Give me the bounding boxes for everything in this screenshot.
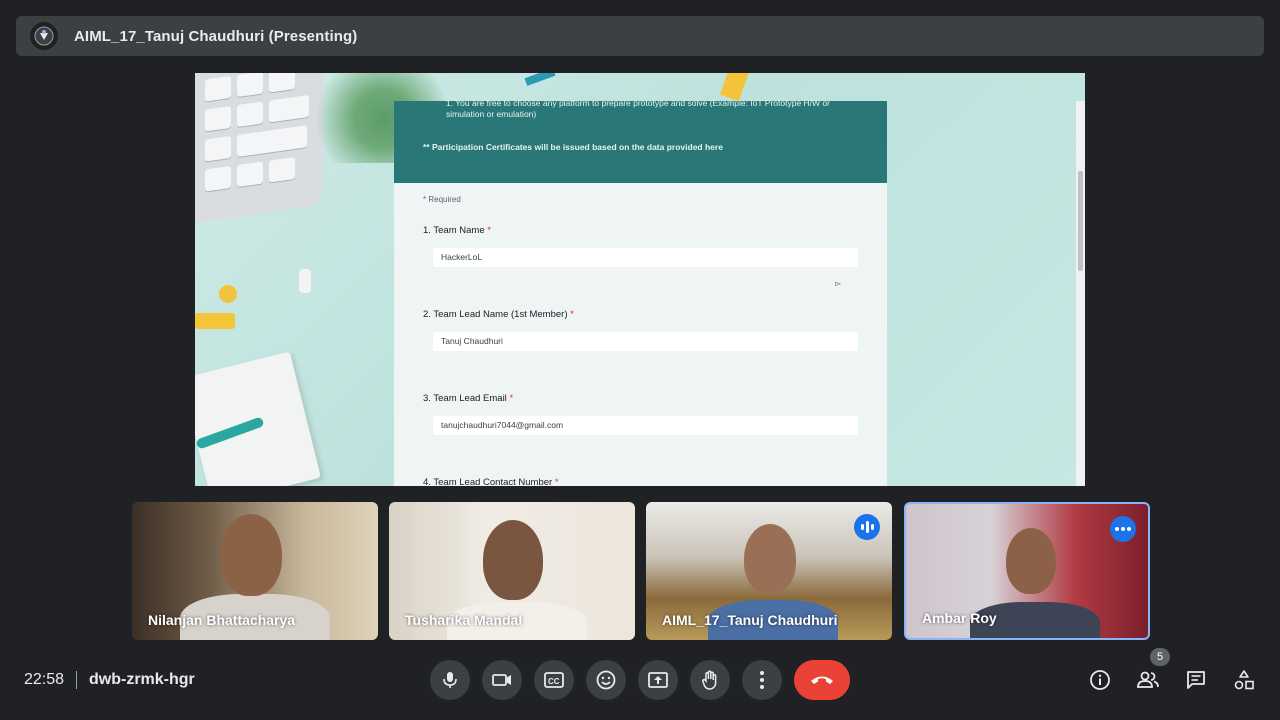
- chat-button[interactable]: [1180, 664, 1212, 696]
- activities-button[interactable]: [1228, 664, 1260, 696]
- participant-name: Nilanjan Bhattacharya: [148, 612, 296, 628]
- team-lead-email-answer[interactable]: tanujchaudhuri7044@gmail.com: [433, 416, 858, 435]
- raise-hand-icon: [702, 670, 717, 690]
- pushpin-decoration: [195, 313, 235, 329]
- more-options-button[interactable]: [742, 660, 782, 700]
- scrollbar-thumb[interactable]: [1078, 171, 1083, 271]
- participant-tile[interactable]: AIML_17_Tanuj Chaudhuri: [646, 502, 892, 640]
- more-options-icon[interactable]: [1110, 516, 1136, 542]
- form-instruction: 1. You are free to choose any platform t…: [446, 98, 830, 108]
- people-button[interactable]: [1132, 664, 1164, 696]
- end-call-icon: [811, 676, 833, 684]
- raise-hand-button[interactable]: [690, 660, 730, 700]
- form-note: ** Participation Certificates will be is…: [423, 142, 723, 152]
- camera-icon: [492, 674, 511, 686]
- end-call-button[interactable]: [794, 660, 850, 700]
- shared-screen: 1. You are free to choose any platform t…: [195, 73, 1085, 486]
- mouse-cursor-icon: ▻: [835, 279, 842, 288]
- presenter-bar: AIML_17_Tanuj Chaudhuri (Presenting): [16, 16, 1264, 56]
- google-form: 1. You are free to choose any platform t…: [394, 98, 887, 486]
- present-button[interactable]: [638, 660, 678, 700]
- microphone-icon: [443, 672, 457, 688]
- required-note: * Required: [423, 195, 461, 204]
- person-head: [1006, 528, 1056, 594]
- page-scrollbar[interactable]: [1076, 101, 1085, 486]
- team-name-answer[interactable]: HackerLoL: [433, 248, 858, 267]
- info-icon: [1090, 670, 1110, 690]
- captions-icon: CC: [544, 672, 564, 688]
- meeting-details-button[interactable]: [1084, 664, 1116, 696]
- form-header: 1. You are free to choose any platform t…: [394, 98, 887, 183]
- presenter-title: AIML_17_Tanuj Chaudhuri (Presenting): [74, 27, 358, 45]
- microphone-button[interactable]: [430, 660, 470, 700]
- meeting-time: 22:58: [24, 671, 65, 688]
- control-bar: 22:58 dwb-zrmk-hgr CC 5: [0, 648, 1280, 720]
- participant-tile[interactable]: Nilanjan Bhattacharya: [132, 502, 378, 640]
- participant-count-badge: 5: [1150, 648, 1170, 666]
- question-label: 2. Team Lead Name (1st Member) *: [423, 309, 574, 320]
- speaking-indicator-icon: [854, 514, 880, 540]
- team-lead-name-answer[interactable]: Tanuj Chaudhuri: [433, 332, 858, 351]
- participant-tile-pinned[interactable]: Ambar Roy: [904, 502, 1150, 640]
- participant-name: Ambar Roy: [922, 610, 997, 626]
- emoji-button[interactable]: [586, 660, 626, 700]
- question-label: 3. Team Lead Email *: [423, 393, 514, 404]
- participant-tile[interactable]: Tusharika Mandal: [389, 502, 635, 640]
- divider: [76, 671, 77, 689]
- svg-text:CC: CC: [548, 677, 560, 686]
- people-icon: [1137, 671, 1159, 688]
- keyboard-decoration: [195, 73, 323, 223]
- participant-name: AIML_17_Tanuj Chaudhuri: [662, 612, 838, 628]
- pushpin-head-decoration: [219, 285, 237, 303]
- person-head: [220, 514, 282, 596]
- presenter-avatar-icon: [30, 22, 58, 50]
- meeting-code[interactable]: dwb-zrmk-hgr: [89, 671, 195, 689]
- present-icon: [648, 672, 668, 688]
- camera-button[interactable]: [482, 660, 522, 700]
- chat-icon: [1187, 671, 1205, 689]
- person-head: [744, 524, 796, 594]
- person-head: [483, 520, 543, 600]
- question-label: 1. Team Name *: [423, 225, 491, 236]
- white-pin-decoration: [299, 269, 311, 293]
- participant-name: Tusharika Mandal: [405, 612, 523, 628]
- form-instruction-cont: simulation or emulation): [446, 109, 537, 119]
- activities-icon: [1234, 670, 1254, 690]
- question-label: 4. Team Lead Contact Number *: [423, 477, 559, 486]
- emoji-icon: [596, 670, 616, 690]
- captions-button[interactable]: CC: [534, 660, 574, 700]
- more-options-icon: [760, 671, 764, 689]
